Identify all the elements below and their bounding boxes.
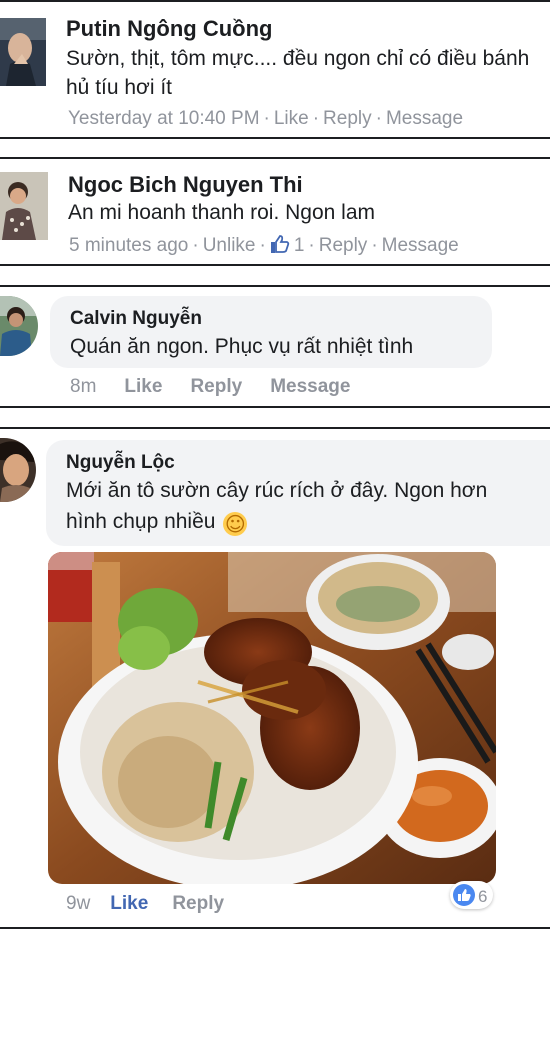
divider	[0, 157, 550, 159]
comment-author[interactable]: Nguyễn Lộc	[66, 452, 175, 474]
separator: ·	[263, 108, 270, 129]
comment-actions: 9w Like Reply	[66, 893, 224, 915]
comment-meta: Yesterday at 10:40 PM · Like · Reply · Message	[68, 108, 463, 130]
like-link[interactable]: Like	[110, 893, 148, 915]
comment-timestamp[interactable]: 5 minutes ago	[69, 235, 188, 257]
like-reaction-icon	[452, 883, 476, 912]
unlike-link[interactable]: Unlike	[203, 235, 256, 257]
comment-text-line: hình chụp nhiều ☺	[66, 507, 248, 536]
avatar[interactable]	[0, 438, 36, 502]
reaction-summary[interactable]: 6	[450, 881, 494, 912]
avatar[interactable]	[0, 296, 38, 356]
reply-link[interactable]: Reply	[319, 235, 368, 257]
message-link[interactable]: Message	[386, 108, 463, 130]
comment-author[interactable]: Calvin Nguyễn	[70, 308, 202, 330]
comment-photo[interactable]	[48, 552, 496, 884]
divider	[0, 406, 550, 408]
comment-text: Quán ăn ngon. Phục vụ rất nhiệt tình	[70, 335, 414, 358]
separator: ·	[375, 108, 382, 129]
comment-timestamp[interactable]: Yesterday at 10:40 PM	[68, 108, 260, 130]
comment-timestamp[interactable]: 9w	[66, 893, 90, 915]
like-link[interactable]: Like	[124, 376, 162, 398]
comment-author[interactable]: Putin Ngông Cuồng	[66, 16, 273, 42]
separator: ·	[308, 235, 315, 256]
comment-text: An mi hoanh thanh roi. Ngon lam	[68, 201, 376, 224]
thumbs-up-icon	[270, 234, 290, 260]
reply-link[interactable]: Reply	[323, 108, 372, 130]
comment-text-line: Mới ăn tô sườn cây rúc rích ở đây. Ngon …	[66, 479, 488, 502]
separator: ·	[312, 108, 320, 129]
avatar[interactable]	[0, 18, 46, 86]
reply-link[interactable]: Reply	[172, 893, 224, 915]
separator: ·	[192, 235, 199, 256]
separator: ·	[259, 235, 266, 256]
separator: ·	[371, 235, 378, 256]
emoji-glyph: ☺	[224, 512, 246, 536]
comment-text: Sườn, thịt, tôm mực.... đều ngon chỉ có …	[66, 47, 530, 99]
avatar[interactable]	[0, 172, 48, 240]
divider	[0, 137, 550, 139]
comment-timestamp[interactable]: 8m	[70, 376, 96, 398]
reaction-count: 6	[478, 886, 488, 906]
divider	[0, 927, 550, 929]
comment-actions: 8m Like Reply Message	[70, 376, 350, 398]
comment-meta: 5 minutes ago · Unlike · 1 · Reply · Message	[69, 234, 459, 260]
divider	[0, 264, 550, 266]
comment-author[interactable]: Ngoc Bich Nguyen Thi	[68, 172, 303, 198]
reply-link[interactable]: Reply	[190, 376, 242, 398]
relieved-emoji-icon: ☺	[223, 512, 248, 536]
divider	[0, 0, 550, 2]
like-count[interactable]: 1	[294, 235, 305, 257]
comment-text-line: hình chụp nhiều	[66, 510, 216, 533]
divider	[0, 427, 550, 429]
divider	[0, 285, 550, 287]
message-link[interactable]: Message	[270, 376, 350, 398]
message-link[interactable]: Message	[382, 235, 459, 257]
like-link[interactable]: Like	[274, 108, 309, 130]
